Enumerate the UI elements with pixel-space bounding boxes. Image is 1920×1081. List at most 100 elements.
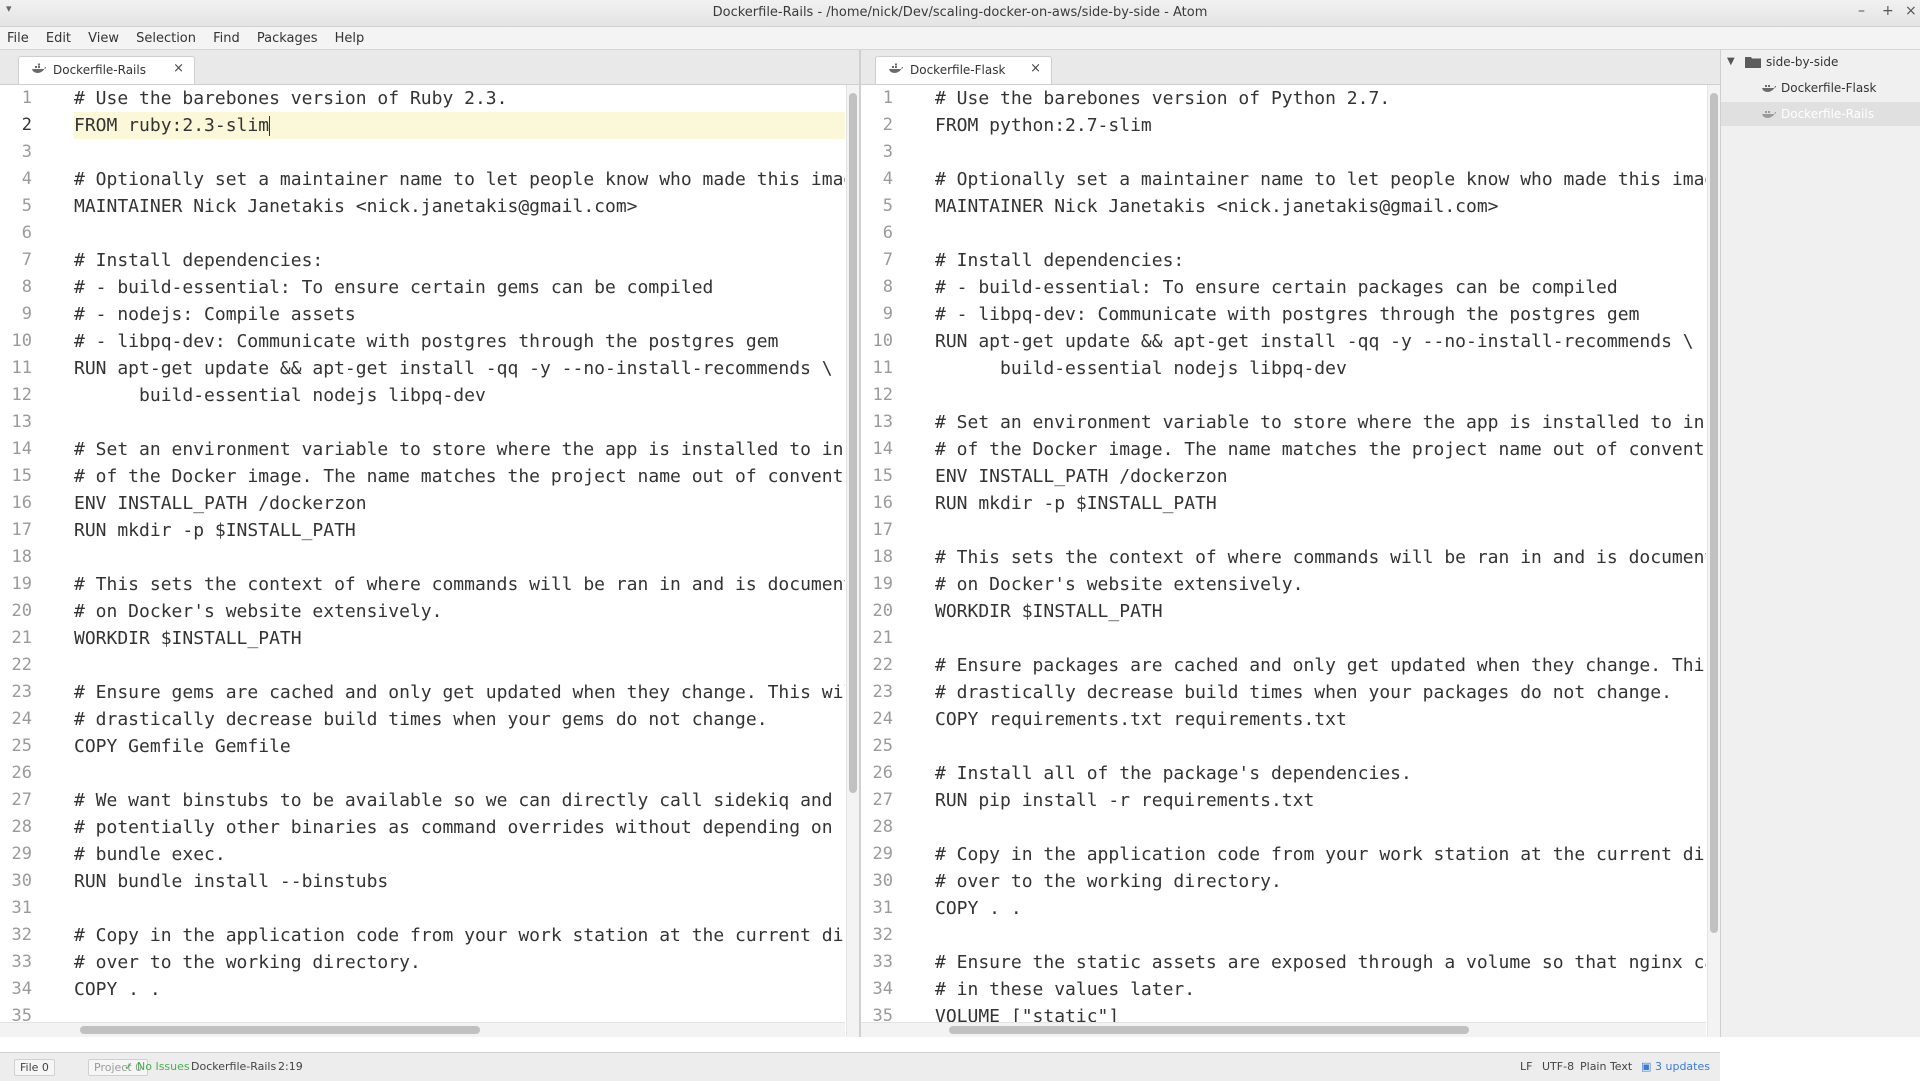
code-line[interactable] [935, 220, 1706, 247]
code-line[interactable] [935, 139, 1706, 166]
menu-file[interactable]: File [7, 28, 29, 46]
code-line[interactable] [74, 760, 845, 787]
code-line[interactable]: # This sets the context of where command… [935, 544, 1706, 571]
close-tab-icon[interactable]: × [1030, 61, 1041, 76]
code-line[interactable]: # Set an environment variable to store w… [935, 409, 1706, 436]
code-line[interactable] [74, 139, 845, 166]
code-line[interactable]: build-essential nodejs libpq-dev [935, 355, 1706, 382]
code-line[interactable]: # Copy in the application code from your… [935, 841, 1706, 868]
code-line[interactable] [935, 733, 1706, 760]
cursor-position[interactable]: 2:19 [278, 1060, 303, 1073]
maximize-icon[interactable]: + [1882, 3, 1894, 19]
code-line[interactable]: # This sets the context of where command… [74, 571, 845, 598]
code-line[interactable] [935, 922, 1706, 949]
code-area[interactable]: # Use the barebones version of Python 2.… [935, 85, 1706, 1037]
code-line[interactable] [74, 895, 845, 922]
vertical-scrollbar[interactable] [846, 85, 859, 1037]
code-line[interactable]: ENV INSTALL_PATH /dockerzon [935, 463, 1706, 490]
horizontal-scrollbar[interactable] [861, 1022, 1706, 1037]
code-line[interactable]: # Install dependencies: [935, 247, 1706, 274]
code-line[interactable] [74, 652, 845, 679]
scrollbar-thumb[interactable] [949, 1026, 1469, 1034]
tree-item-dockerfile-rails[interactable]: Dockerfile-Rails [1721, 102, 1920, 126]
scrollbar-thumb[interactable] [849, 93, 857, 793]
code-line[interactable]: # Ensure gems are cached and only get up… [74, 679, 845, 706]
right-editor[interactable]: 1 2 3 4 5 6 7 8 9 10 11 12 13 14 15 16 17 18 19 20 21 22 23 24 2… [861, 85, 1720, 1037]
scrollbar-thumb[interactable] [1710, 93, 1718, 933]
code-line[interactable] [935, 814, 1706, 841]
code-line[interactable]: RUN apt-get update && apt-get install -q… [74, 355, 845, 382]
code-line[interactable]: # on Docker's website extensively. [935, 571, 1706, 598]
code-line[interactable]: COPY requirements.txt requirements.txt [935, 706, 1706, 733]
code-line[interactable]: # - nodejs: Compile assets [74, 301, 845, 328]
code-line[interactable]: COPY . . [935, 895, 1706, 922]
code-line[interactable] [935, 382, 1706, 409]
code-line[interactable]: ENV INSTALL_PATH /dockerzon [74, 490, 845, 517]
tab-dockerfile-flask[interactable]: Dockerfile-Flask × [875, 56, 1052, 84]
code-line[interactable]: # drastically decrease build times when … [74, 706, 845, 733]
close-tab-icon[interactable]: × [173, 61, 184, 76]
code-line[interactable]: # over to the working directory. [935, 868, 1706, 895]
menu-packages[interactable]: Packages [257, 28, 318, 46]
code-line[interactable]: # Set an environment variable to store w… [74, 436, 845, 463]
code-line[interactable]: # Install dependencies: [74, 247, 845, 274]
code-line[interactable]: WORKDIR $INSTALL_PATH [74, 625, 845, 652]
code-line[interactable] [935, 517, 1706, 544]
code-line[interactable] [74, 544, 845, 571]
code-line[interactable]: RUN mkdir -p $INSTALL_PATH [74, 517, 845, 544]
code-line[interactable]: RUN mkdir -p $INSTALL_PATH [935, 490, 1706, 517]
chevron-down-icon[interactable]: ▼ [1727, 50, 1735, 74]
code-line[interactable]: # of the Docker image. The name matches … [74, 463, 845, 490]
code-line[interactable]: # over to the working directory. [74, 949, 845, 976]
file-count-badge[interactable]: File 0 [14, 1059, 55, 1076]
encoding-selector[interactable]: UTF-8 [1542, 1060, 1574, 1073]
status-filename[interactable]: Dockerfile-Rails [191, 1060, 276, 1073]
tree-item-dockerfile-flask[interactable]: Dockerfile-Flask [1721, 76, 1920, 100]
code-line[interactable]: # - build-essential: To ensure certain g… [74, 274, 845, 301]
code-line[interactable]: # Copy in the application code from your… [74, 922, 845, 949]
menu-help[interactable]: Help [335, 28, 365, 46]
tab-dockerfile-rails[interactable]: Dockerfile-Rails × [18, 56, 195, 84]
code-area[interactable]: # Use the barebones version of Ruby 2.3.… [74, 85, 845, 1037]
close-window-icon[interactable]: × [1905, 3, 1917, 19]
code-line[interactable]: # drastically decrease build times when … [935, 679, 1706, 706]
code-line[interactable]: build-essential nodejs libpq-dev [74, 382, 845, 409]
code-line[interactable]: # of the Docker image. The name matches … [935, 436, 1706, 463]
menu-edit[interactable]: Edit [46, 28, 71, 46]
code-line[interactable]: RUN bundle install --binstubs [74, 868, 845, 895]
line-ending-selector[interactable]: LF [1520, 1060, 1532, 1073]
code-line[interactable]: # Use the barebones version of Python 2.… [935, 85, 1706, 112]
code-line[interactable]: RUN apt-get update && apt-get install -q… [935, 328, 1706, 355]
code-line[interactable] [74, 220, 845, 247]
code-line[interactable]: FROM ruby:2.3-slim [74, 112, 845, 139]
tree-root-folder[interactable]: ▼ side-by-side [1721, 50, 1920, 74]
left-editor[interactable]: 1 2 3 4 5 6 7 8 9 10 11 12 13 14 15 16 17 18 19 20 21 22 23 24 2… [0, 85, 859, 1037]
code-line[interactable]: COPY Gemfile Gemfile [74, 733, 845, 760]
linter-status[interactable]: No Issues [137, 1060, 190, 1073]
vertical-scrollbar[interactable] [1707, 85, 1720, 1037]
code-line[interactable]: # Optionally set a maintainer name to le… [935, 166, 1706, 193]
code-line[interactable]: COPY . . [74, 976, 845, 1003]
menu-find[interactable]: Find [213, 28, 240, 46]
code-line[interactable]: # on Docker's website extensively. [74, 598, 845, 625]
code-line[interactable] [74, 409, 845, 436]
code-line[interactable]: MAINTAINER Nick Janetakis <nick.janetaki… [74, 193, 845, 220]
menu-selection[interactable]: Selection [136, 28, 196, 46]
code-line[interactable]: # Install all of the package's dependenc… [935, 760, 1706, 787]
code-line[interactable]: RUN pip install -r requirements.txt [935, 787, 1706, 814]
package-updates-link[interactable]: 3 updates [1655, 1060, 1710, 1073]
grammar-selector[interactable]: Plain Text [1580, 1060, 1632, 1073]
code-line[interactable]: WORKDIR $INSTALL_PATH [935, 598, 1706, 625]
minimize-icon[interactable]: – [1858, 3, 1865, 19]
code-line[interactable]: # Use the barebones version of Ruby 2.3. [74, 85, 845, 112]
horizontal-scrollbar[interactable] [0, 1022, 845, 1037]
code-line[interactable]: # - libpq-dev: Communicate with postgres… [74, 328, 845, 355]
code-line[interactable]: # - libpq-dev: Communicate with postgres… [935, 301, 1706, 328]
code-line[interactable]: # We want binstubs to be available so we… [74, 787, 845, 814]
code-line[interactable]: # Optionally set a maintainer name to le… [74, 166, 845, 193]
code-line[interactable]: FROM python:2.7-slim [935, 112, 1706, 139]
code-line[interactable]: # - build-essential: To ensure certain p… [935, 274, 1706, 301]
code-line[interactable]: # potentially other binaries as command … [74, 814, 845, 841]
code-line[interactable]: # in these values later. [935, 976, 1706, 1003]
code-line[interactable]: MAINTAINER Nick Janetakis <nick.janetaki… [935, 193, 1706, 220]
